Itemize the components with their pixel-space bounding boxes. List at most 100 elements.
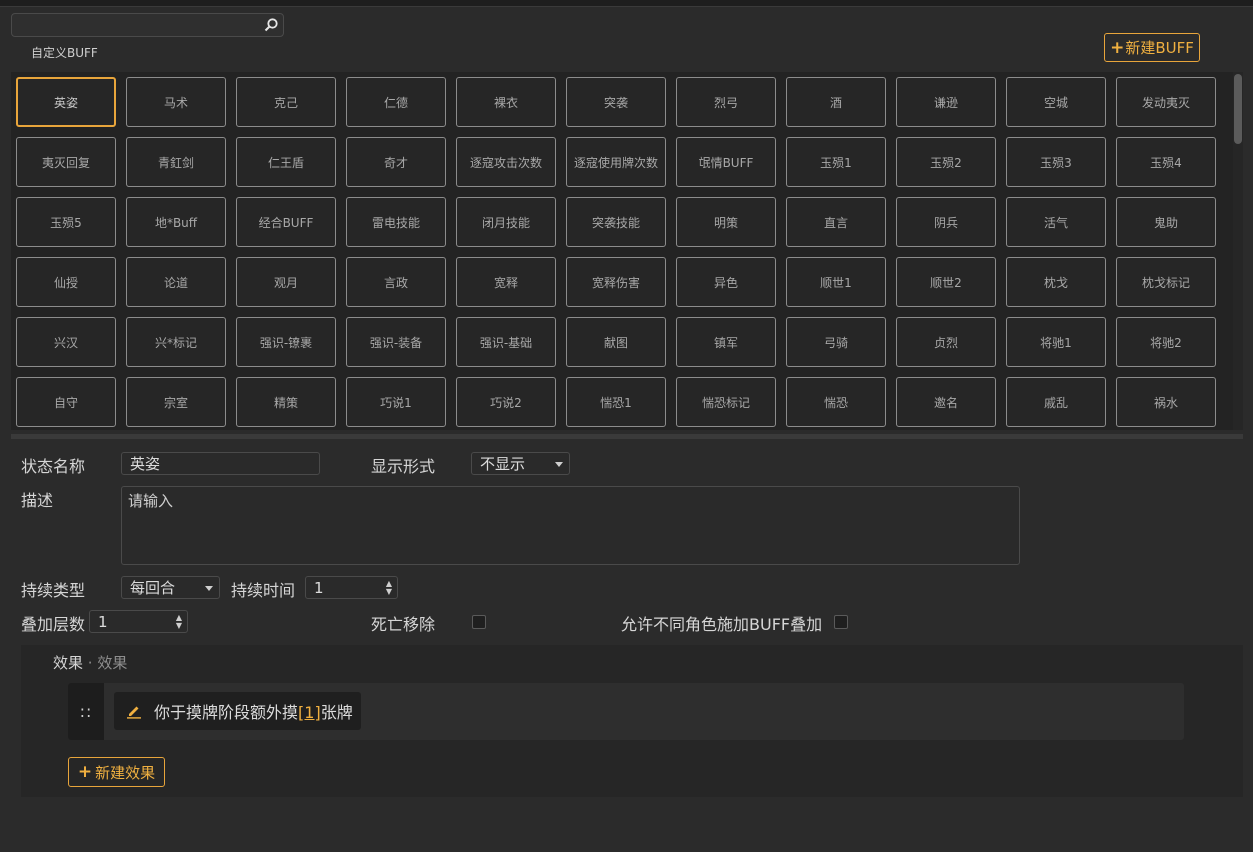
buff-item[interactable]: 顺世1 <box>786 257 886 307</box>
buff-item[interactable]: 谦逊 <box>896 77 996 127</box>
custom-buff-label: 自定义BUFF <box>31 46 98 60</box>
duration-type-select[interactable]: 每回合 <box>121 576 220 599</box>
buff-item[interactable]: 兴汉 <box>16 317 116 367</box>
allow-diff-checkbox[interactable] <box>834 615 848 629</box>
buff-item[interactable]: 发动夷灭 <box>1116 77 1216 127</box>
buff-item[interactable]: 突袭 <box>566 77 666 127</box>
buff-item[interactable]: 贞烈 <box>896 317 996 367</box>
buff-item[interactable]: 青釭剑 <box>126 137 226 187</box>
effect-text-after: 张牌 <box>320 703 353 722</box>
effect-text-before: 你于摸牌阶段额外摸 <box>154 703 299 722</box>
buff-item[interactable]: 巧说2 <box>456 377 556 427</box>
buff-item[interactable]: 酒 <box>786 77 886 127</box>
new-buff-button[interactable]: + 新建BUFF <box>1104 33 1200 62</box>
buff-item[interactable]: 祸水 <box>1116 377 1216 427</box>
edit-pencil-icon[interactable] <box>126 703 142 719</box>
new-effect-button[interactable]: + 新建效果 <box>68 757 165 787</box>
new-effect-label: 新建效果 <box>95 763 156 782</box>
buff-item[interactable]: 自守 <box>16 377 116 427</box>
buff-item[interactable]: 突袭技能 <box>566 197 666 247</box>
allow-diff-label: 允许不同角色施加BUFF叠加 <box>621 615 823 634</box>
buff-item[interactable]: 宗室 <box>126 377 226 427</box>
stack-value: 1 <box>98 612 108 631</box>
buff-item[interactable]: 顺世2 <box>896 257 996 307</box>
name-input[interactable]: 英姿 <box>121 452 320 475</box>
spin-arrows-icon[interactable]: ▲ ▼ <box>176 614 182 630</box>
buff-item[interactable]: 玉殒1 <box>786 137 886 187</box>
buff-item[interactable]: 强识-基础 <box>456 317 556 367</box>
buff-item[interactable]: 马术 <box>126 77 226 127</box>
buff-item[interactable]: 精策 <box>236 377 336 427</box>
buff-item[interactable]: 经合BUFF <box>236 197 336 247</box>
buff-item[interactable]: 惴恐 <box>786 377 886 427</box>
buff-item[interactable]: 裸衣 <box>456 77 556 127</box>
buff-item[interactable]: 玉殒4 <box>1116 137 1216 187</box>
buff-item[interactable]: 弓骑 <box>786 317 886 367</box>
buff-item[interactable]: 雷电技能 <box>346 197 446 247</box>
buff-item[interactable]: 宽释 <box>456 257 556 307</box>
chevron-down-icon <box>555 461 563 467</box>
buff-item[interactable]: 异色 <box>676 257 776 307</box>
buff-item[interactable]: 克己 <box>236 77 336 127</box>
buff-item[interactable]: 巧说1 <box>346 377 446 427</box>
buff-item[interactable]: 强识-镣裹 <box>236 317 336 367</box>
buff-item[interactable]: 观月 <box>236 257 336 307</box>
buff-item[interactable]: 惴恐标记 <box>676 377 776 427</box>
buff-item[interactable]: 将驰2 <box>1116 317 1216 367</box>
panel-divider[interactable] <box>11 434 1243 439</box>
buff-item[interactable]: 空城 <box>1006 77 1106 127</box>
buff-item[interactable]: 戚乱 <box>1006 377 1106 427</box>
buff-item[interactable]: 兴*标记 <box>126 317 226 367</box>
scrollbar-thumb[interactable] <box>1234 74 1242 144</box>
duration-time-stepper[interactable]: 1 ▲ ▼ <box>305 576 398 599</box>
buff-item[interactable]: 直言 <box>786 197 886 247</box>
search-input[interactable] <box>16 15 260 35</box>
buff-item[interactable]: 仁王盾 <box>236 137 336 187</box>
buff-item[interactable]: 玉殒5 <box>16 197 116 247</box>
buff-item[interactable]: 奇才 <box>346 137 446 187</box>
buff-item[interactable]: 闭月技能 <box>456 197 556 247</box>
death-remove-checkbox[interactable] <box>472 615 486 629</box>
buff-item[interactable]: 将驰1 <box>1006 317 1106 367</box>
duration-type-label: 持续类型 <box>21 581 86 600</box>
buff-item[interactable]: 强识-装备 <box>346 317 446 367</box>
buff-item[interactable]: 英姿 <box>16 77 116 127</box>
buff-item[interactable]: 烈弓 <box>676 77 776 127</box>
buff-item[interactable]: 仁德 <box>346 77 446 127</box>
buff-item[interactable]: 玉殒3 <box>1006 137 1106 187</box>
effect-param[interactable]: [1] <box>298 703 321 722</box>
buff-item[interactable]: 鬼助 <box>1116 197 1216 247</box>
buff-item[interactable]: 言政 <box>346 257 446 307</box>
buff-item[interactable]: 夷灭回复 <box>16 137 116 187</box>
buff-item[interactable]: 镇军 <box>676 317 776 367</box>
buff-item[interactable]: 惴恐1 <box>566 377 666 427</box>
buff-item[interactable]: 献图 <box>566 317 666 367</box>
buff-item[interactable]: 氓情BUFF <box>676 137 776 187</box>
buff-item[interactable]: 阴兵 <box>896 197 996 247</box>
buff-grid-scrollbar[interactable] <box>1233 72 1243 430</box>
display-value: 不显示 <box>480 455 526 473</box>
spin-arrows-icon[interactable]: ▲ ▼ <box>386 580 392 596</box>
buff-item[interactable]: 活气 <box>1006 197 1106 247</box>
stack-stepper[interactable]: 1 ▲ ▼ <box>89 610 188 633</box>
buff-item[interactable]: 地*Buff <box>126 197 226 247</box>
buff-item[interactable]: 邀名 <box>896 377 996 427</box>
buff-item[interactable]: 逐寇攻击次数 <box>456 137 556 187</box>
effect-item[interactable]: 你于摸牌阶段额外摸[1]张牌 <box>114 692 361 730</box>
buff-item[interactable]: 逐寇使用牌次数 <box>566 137 666 187</box>
effects-title: 效果 · 效果 <box>53 652 127 673</box>
desc-textarea[interactable]: 请输入 <box>121 486 1020 565</box>
buff-item[interactable]: 玉殒2 <box>896 137 996 187</box>
buff-item[interactable]: 明策 <box>676 197 776 247</box>
drag-handle-icon[interactable]: :: <box>68 683 104 740</box>
buff-item[interactable]: 枕戈标记 <box>1116 257 1216 307</box>
buff-item[interactable]: 论道 <box>126 257 226 307</box>
buff-grid: 英姿 马术 克己 仁德 裸衣 突袭 烈弓酒谦逊 空城 发动夷灭夷灭回复 青釭剑 仁王盾 奇才 逐寇攻击次… <box>16 77 1216 427</box>
buff-item[interactable]: 宽释伤害 <box>566 257 666 307</box>
search-icon[interactable] <box>263 17 279 33</box>
death-remove-label: 死亡移除 <box>371 615 436 634</box>
buff-item[interactable]: 枕戈 <box>1006 257 1106 307</box>
buff-item[interactable]: 仙授 <box>16 257 116 307</box>
search-box[interactable] <box>11 13 284 37</box>
display-select[interactable]: 不显示 <box>471 452 570 475</box>
